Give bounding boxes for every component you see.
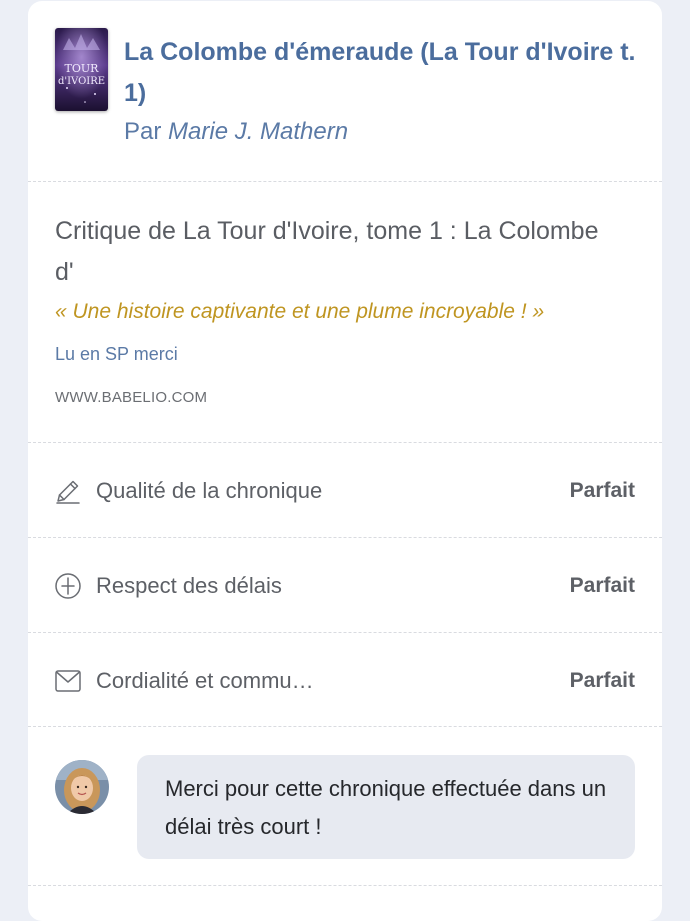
book-author[interactable]: Par Marie J. Mathern: [124, 116, 348, 148]
divider: [28, 726, 662, 727]
comment-text: Merci pour cette chronique effectuée dan…: [165, 776, 607, 839]
rating-value: Parfait: [569, 574, 635, 597]
rating-row-timeliness: Respect des délais Parfait: [28, 539, 662, 633]
author-name[interactable]: Marie J. Mathern: [168, 118, 348, 145]
avatar[interactable]: [55, 760, 109, 814]
rating-value: Parfait: [569, 479, 635, 502]
rating-label: Respect des délais: [96, 573, 282, 598]
divider: [28, 181, 662, 182]
rating-label: Cordialité et commu…: [96, 668, 314, 693]
rating-label: Qualité de la chronique: [96, 478, 323, 503]
rating-row-communication: Cordialité et commu… Parfait: [28, 634, 662, 728]
author-prefix: Par: [124, 118, 162, 145]
rating-value: Parfait: [569, 669, 635, 692]
review-source-link[interactable]: WWW.BABELIO.COM: [55, 387, 207, 409]
book-cover[interactable]: TOUR d'IVOIRE: [55, 28, 108, 111]
book-title[interactable]: La Colombe d'émeraude (La Tour d'Ivoire …: [124, 32, 644, 114]
rating-row-quality: Qualité de la chronique Parfait: [28, 444, 662, 538]
review-card: TOUR d'IVOIRE La Colombe d'émeraude (La …: [28, 1, 662, 921]
envelope-icon: [54, 667, 82, 695]
svg-text:TOUR: TOUR: [65, 62, 100, 75]
svg-text:d'IVOIRE: d'IVOIRE: [58, 76, 105, 87]
review-quote: « Une histoire captivante et une plume i…: [55, 300, 545, 323]
book-header[interactable]: TOUR d'IVOIRE La Colombe d'émeraude (La …: [28, 1, 662, 181]
divider: [28, 442, 662, 443]
divider: [28, 885, 662, 886]
review-title[interactable]: Critique de La Tour d'Ivoire, tome 1 : L…: [55, 211, 615, 293]
pencil-icon: [54, 477, 82, 505]
review-note: Lu en SP merci: [55, 344, 178, 364]
divider: [28, 632, 662, 633]
clock-icon: [54, 572, 82, 600]
comment-bubble: Merci pour cette chronique effectuée dan…: [137, 755, 635, 859]
divider: [28, 537, 662, 538]
